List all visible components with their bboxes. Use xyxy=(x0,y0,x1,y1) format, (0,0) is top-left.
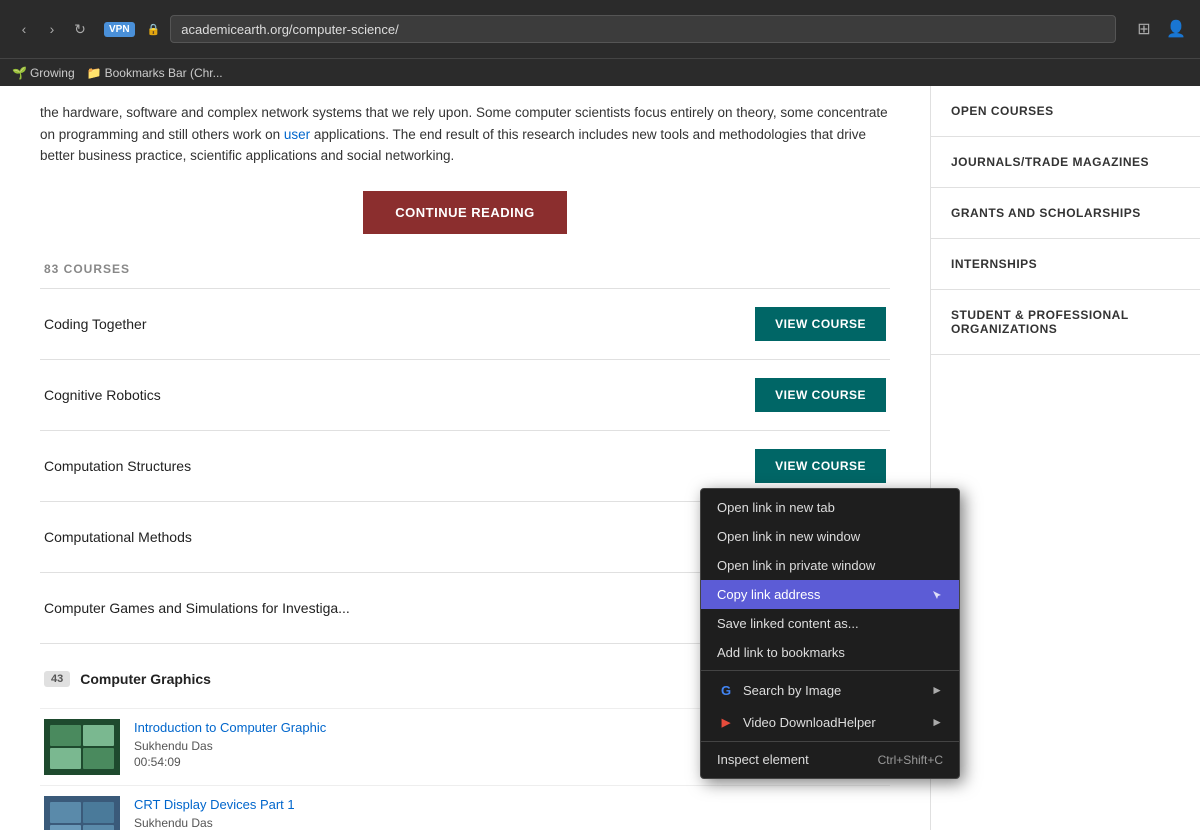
courses-count: 83 COURSES xyxy=(40,262,890,276)
section-name-computer-graphics: Computer Graphics xyxy=(80,671,757,687)
vpn-badge: VPN xyxy=(104,22,135,37)
course-name-computation-structures: Computation Structures xyxy=(44,458,191,474)
context-open-new-tab[interactable]: Open link in new tab xyxy=(701,493,959,522)
thumb-cell xyxy=(83,725,114,746)
bookmarks-bar: 🌱 Growing 📁 Bookmarks Bar (Chr... xyxy=(0,58,1200,86)
extensions-button[interactable]: ⊞ xyxy=(1132,17,1156,41)
thumbnail-image xyxy=(44,796,120,830)
lock-icon: 🔒 xyxy=(147,23,161,36)
context-item-shortcut: Ctrl+Shift+C xyxy=(878,753,943,767)
vdh-icon: ▶ xyxy=(717,713,735,731)
context-divider xyxy=(701,670,959,671)
course-thumbnail xyxy=(44,719,120,775)
thumb-cell xyxy=(50,748,81,769)
course-name-coding-together: Coding Together xyxy=(44,316,146,332)
forward-button[interactable]: › xyxy=(40,17,64,41)
context-add-bookmark[interactable]: Add link to bookmarks xyxy=(701,638,959,667)
right-sidebar: OPEN COURSES JOURNALS/TRADE MAGAZINES GR… xyxy=(930,86,1200,830)
back-button[interactable]: ‹ xyxy=(12,17,36,41)
bookmark-bar-label: Bookmarks Bar (Chr... xyxy=(105,66,223,80)
submenu-arrow: ► xyxy=(931,683,943,697)
thumb-cell xyxy=(83,802,114,823)
view-course-cognitive-robotics[interactable]: VIEW COURSE xyxy=(755,378,886,412)
sidebar-item-grants[interactable]: GRANTS AND SCHOLARSHIPS xyxy=(931,188,1200,239)
nav-buttons: ‹ › ↻ xyxy=(12,17,92,41)
sidebar-item-student-orgs[interactable]: STUDENT & PROFESSIONAL ORGANIZATIONS xyxy=(931,290,1200,355)
thumbnail-image xyxy=(44,719,120,775)
thumb-cell xyxy=(83,825,114,830)
context-open-new-window[interactable]: Open link in new window xyxy=(701,522,959,551)
profile-button[interactable]: 👤 xyxy=(1164,17,1188,41)
context-item-label: Search by Image xyxy=(743,683,923,698)
reload-button[interactable]: ↻ xyxy=(68,17,92,41)
context-inspect-element[interactable]: Inspect element Ctrl+Shift+C xyxy=(701,745,959,774)
page-content: the hardware, software and complex netwo… xyxy=(0,86,1200,830)
context-item-label: Open link in new window xyxy=(717,529,943,544)
course-name-computer-games: Computer Games and Simulations for Inves… xyxy=(44,600,350,616)
sidebar-item-open-courses[interactable]: OPEN COURSES xyxy=(931,86,1200,137)
browser-actions: ⊞ 👤 xyxy=(1132,17,1188,41)
context-item-label: Save linked content as... xyxy=(717,616,943,631)
course-title-link-intro-graphics[interactable]: Introduction to Computer Graphic xyxy=(134,720,326,735)
bookmark-bookmarks-bar[interactable]: 📁 Bookmarks Bar (Chr... xyxy=(87,66,223,80)
course-thumbnail xyxy=(44,796,120,830)
context-save-linked[interactable]: Save linked content as... xyxy=(701,609,959,638)
context-menu: Open link in new tab Open link in new wi… xyxy=(700,488,960,779)
sidebar-item-internships[interactable]: INTERNSHIPS xyxy=(931,239,1200,290)
google-icon: G xyxy=(717,681,735,699)
context-item-label: Inspect element xyxy=(717,752,870,767)
context-divider xyxy=(701,741,959,742)
context-item-label: Open link in private window xyxy=(717,558,943,573)
course-row: Cognitive Robotics VIEW COURSE xyxy=(40,359,890,430)
course-author-crt: Sukhendu Das xyxy=(134,816,886,830)
thumb-cell xyxy=(50,802,81,823)
continue-reading-button[interactable]: CONTINUE READING xyxy=(363,191,566,234)
context-item-label: Copy link address xyxy=(717,587,923,602)
thumb-cell xyxy=(83,748,114,769)
view-course-computation-structures[interactable]: VIEW COURSE xyxy=(755,449,886,483)
context-item-label: Video DownloadHelper xyxy=(743,715,923,730)
course-title-link-crt[interactable]: CRT Display Devices Part 1 xyxy=(134,797,295,812)
context-item-label: Add link to bookmarks xyxy=(717,645,943,660)
context-copy-link[interactable]: Copy link address xyxy=(701,580,959,609)
course-name-computational-methods: Computational Methods xyxy=(44,529,192,545)
context-video-downloader[interactable]: ▶ Video DownloadHelper ► xyxy=(701,706,959,738)
sidebar-item-journals[interactable]: JOURNALS/TRADE MAGAZINES xyxy=(931,137,1200,188)
section-count-badge: 43 xyxy=(44,671,70,687)
bookmark-growing[interactable]: 🌱 Growing xyxy=(12,66,75,80)
submenu-arrow: ► xyxy=(931,715,943,729)
course-row: Coding Together VIEW COURSE xyxy=(40,288,890,359)
context-item-label: Open link in new tab xyxy=(717,500,943,515)
thumb-cell xyxy=(50,825,81,830)
address-bar[interactable] xyxy=(170,15,1116,43)
browser-chrome: ‹ › ↻ VPN 🔒 ⊞ 👤 xyxy=(0,0,1200,58)
course-item-card-crt: CRT Display Devices Part 1 Sukhendu Das … xyxy=(40,785,890,830)
course-name-cognitive-robotics: Cognitive Robotics xyxy=(44,387,161,403)
cursor-icon xyxy=(931,589,943,601)
context-open-private[interactable]: Open link in private window xyxy=(701,551,959,580)
course-info: CRT Display Devices Part 1 Sukhendu Das … xyxy=(134,796,886,830)
thumb-cell xyxy=(50,725,81,746)
context-search-image[interactable]: G Search by Image ► xyxy=(701,674,959,706)
user-link[interactable]: user xyxy=(284,127,310,142)
view-course-coding-together[interactable]: VIEW COURSE xyxy=(755,307,886,341)
bookmark-icon: 🌱 xyxy=(12,66,27,80)
folder-icon: 📁 xyxy=(87,66,102,80)
bookmark-label: Growing xyxy=(30,66,75,80)
intro-text: the hardware, software and complex netwo… xyxy=(40,102,890,167)
